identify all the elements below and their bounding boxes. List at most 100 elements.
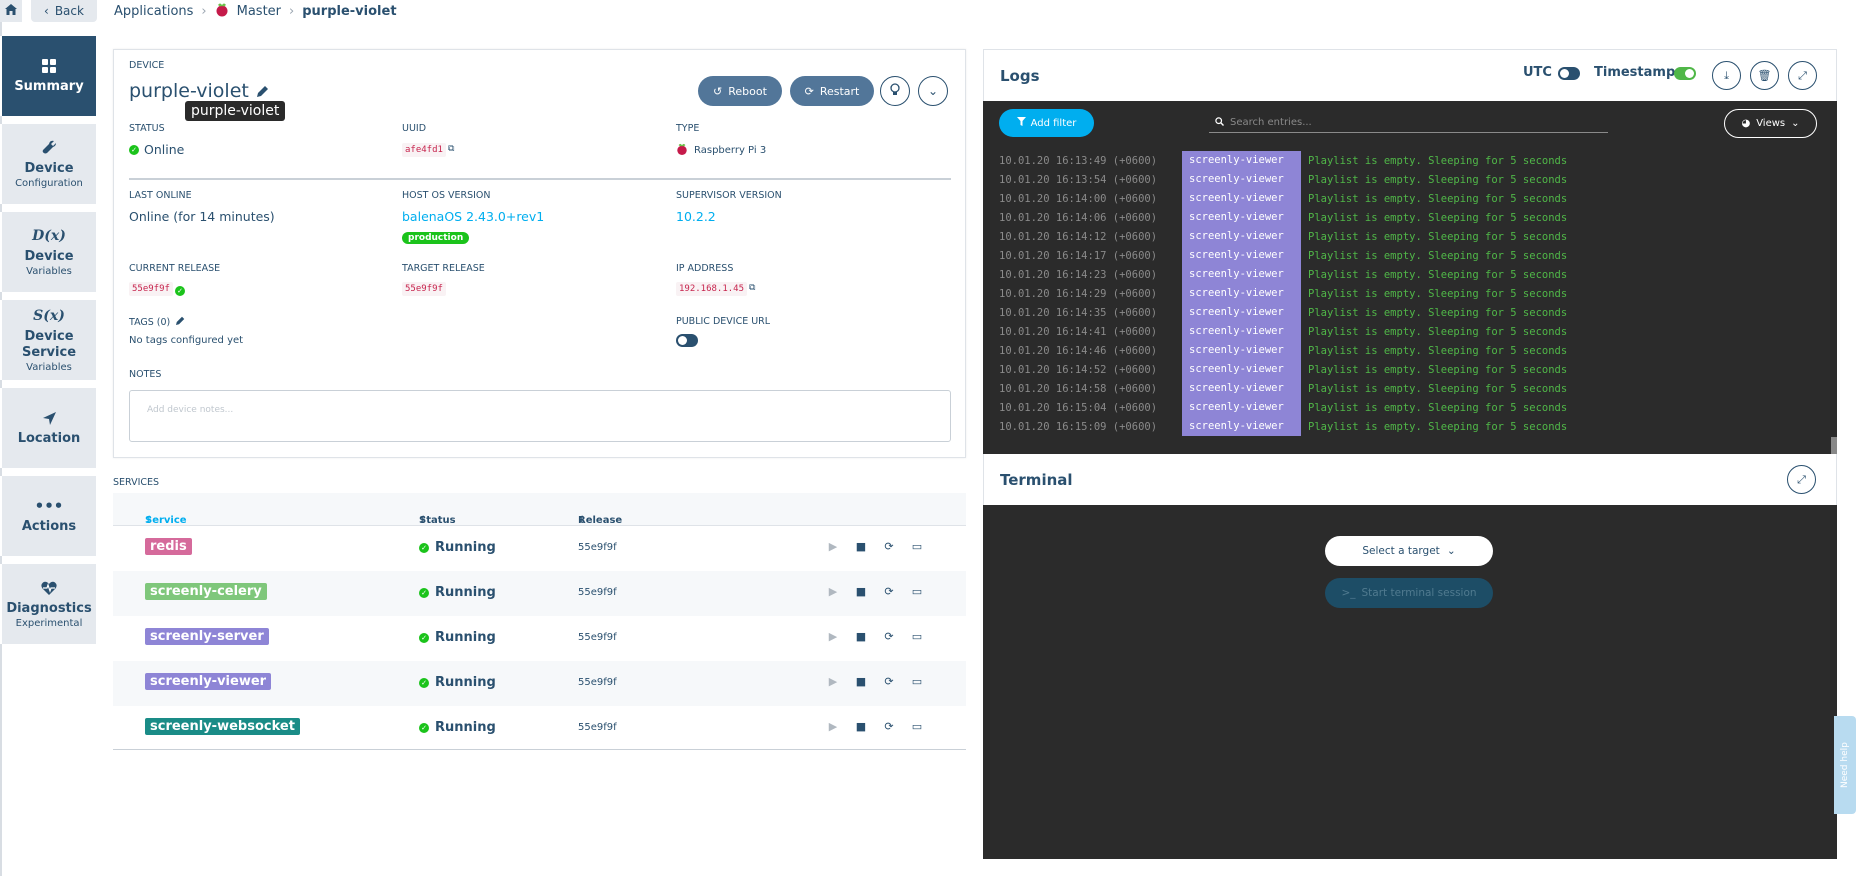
more-actions-button[interactable]: ⌄ xyxy=(918,76,948,106)
terminal-icon[interactable]: ▭ xyxy=(910,630,924,643)
play-icon[interactable]: ▶ xyxy=(826,675,840,688)
service-status-text: Running xyxy=(435,720,496,735)
service-actions: ▶ ■ ⟳ ▭ xyxy=(826,720,924,733)
log-service: screenly-viewer xyxy=(1182,265,1301,284)
services-label: SERVICES xyxy=(113,477,160,488)
sidebar-item-location[interactable]: Location xyxy=(0,388,96,468)
logs-header: Logs UTC Timestamps ⤓ 🗑 ⤢ xyxy=(983,49,1837,101)
expand-icon: ⤢ xyxy=(1798,68,1807,82)
download-logs-button[interactable]: ⤓ xyxy=(1712,61,1741,90)
terminal-prompt-icon: >_ xyxy=(1341,587,1356,599)
logs-panel: Add filter Search entries... ◕ Views ⌄ 1… xyxy=(983,101,1837,454)
sidebar-item-label: Device xyxy=(24,248,74,264)
search-input[interactable]: Search entries... xyxy=(1209,113,1608,133)
restart-icon[interactable]: ⟳ xyxy=(882,675,896,688)
search-icon xyxy=(1215,116,1224,129)
stop-icon[interactable]: ■ xyxy=(854,585,868,598)
log-line: 10.01.20 16:15:09 (+0600) screenly-viewer… xyxy=(999,417,1567,436)
play-icon[interactable]: ▶ xyxy=(826,585,840,598)
raspberry-icon xyxy=(215,2,229,21)
play-icon[interactable]: ▶ xyxy=(826,720,840,733)
terminal-header: Terminal ⤢ xyxy=(983,454,1837,505)
supervisor-value[interactable]: 10.2.2 xyxy=(676,209,716,224)
download-icon: ⤓ xyxy=(1724,68,1729,82)
stop-icon[interactable]: ■ xyxy=(854,675,868,688)
table-row: redis ✓ Running 55e9f9f ▶ ■ ⟳ ▭ xyxy=(113,526,966,571)
sidebar-item-device-configuration[interactable]: Device Configuration xyxy=(0,124,96,204)
terminal-icon[interactable]: ▭ xyxy=(910,540,924,553)
restart-icon[interactable]: ⟳ xyxy=(882,540,896,553)
stop-icon[interactable]: ■ xyxy=(854,540,868,553)
pencil-icon[interactable] xyxy=(256,80,269,102)
services-divider xyxy=(113,749,966,750)
pie-chart-icon: ◕ xyxy=(1741,118,1751,129)
log-message: Playlist is empty. Sleeping for 5 second… xyxy=(1308,401,1568,414)
timestamps-toggle[interactable] xyxy=(1674,67,1696,80)
type-value: Raspberry Pi 3 xyxy=(676,142,766,159)
notes-textarea[interactable]: Add device notes... xyxy=(129,390,951,442)
select-target-dropdown[interactable]: Select a target ⌄ xyxy=(1325,536,1493,566)
log-timestamp: 10.01.20 16:14:41 (+0600) xyxy=(999,325,1158,338)
service-release: 55e9f9f xyxy=(578,587,617,598)
utc-toggle[interactable] xyxy=(1558,67,1580,80)
log-message: Playlist is empty. Sleeping for 5 second… xyxy=(1308,325,1568,338)
back-button[interactable]: ‹ Back xyxy=(31,0,97,22)
device-section-label: DEVICE xyxy=(129,60,165,71)
pencil-icon[interactable] xyxy=(176,316,185,328)
chevron-down-icon: ⌄ xyxy=(927,84,939,98)
terminal-icon[interactable]: ▭ xyxy=(910,720,924,733)
reboot-button[interactable]: ↺ Reboot xyxy=(698,76,782,106)
restart-icon[interactable]: ⟳ xyxy=(882,630,896,643)
restart-icon[interactable]: ⟳ xyxy=(882,585,896,598)
select-target-label: Select a target xyxy=(1362,545,1440,557)
log-timestamp: 10.01.20 16:14:46 (+0600) xyxy=(999,344,1158,357)
log-line: 10.01.20 16:13:54 (+0600) screenly-viewer… xyxy=(999,170,1567,189)
sidebar-item-device-service-variables[interactable]: S(x) Device Service Variables xyxy=(0,300,96,380)
stop-icon[interactable]: ■ xyxy=(854,630,868,643)
log-service: screenly-viewer xyxy=(1182,246,1301,265)
log-line: 10.01.20 16:14:23 (+0600) screenly-viewer… xyxy=(999,265,1567,284)
log-service: screenly-viewer xyxy=(1182,151,1301,170)
target-release-value[interactable]: 55e9f9f xyxy=(402,282,446,296)
stop-icon[interactable]: ■ xyxy=(854,720,868,733)
restart-icon[interactable]: ⟳ xyxy=(882,720,896,733)
current-release-value[interactable]: 55e9f9f xyxy=(129,282,173,296)
expand-logs-button[interactable]: ⤢ xyxy=(1788,61,1817,90)
home-button[interactable] xyxy=(0,0,22,22)
sidebar-item-label: Device Service xyxy=(21,328,77,360)
clear-logs-button[interactable]: 🗑 xyxy=(1750,61,1779,90)
views-dropdown[interactable]: ◕ Views ⌄ xyxy=(1724,109,1817,138)
terminal-icon[interactable]: ▭ xyxy=(910,675,924,688)
play-icon[interactable]: ▶ xyxy=(826,630,840,643)
terminal-icon[interactable]: ▭ xyxy=(910,585,924,598)
need-help-button[interactable]: Need help xyxy=(1834,716,1856,814)
play-icon[interactable]: ▶ xyxy=(826,540,840,553)
add-filter-button[interactable]: Add filter xyxy=(999,109,1094,137)
sidebar-item-label: Device xyxy=(24,160,74,176)
sidebar-item-summary[interactable]: Summary xyxy=(0,36,96,116)
service-tag: screenly-viewer xyxy=(145,673,272,690)
copy-icon[interactable]: ⧉ xyxy=(448,144,454,154)
status-text: Online xyxy=(144,142,185,157)
breadcrumb-applications[interactable]: Applications xyxy=(114,4,193,19)
breadcrumb-master[interactable]: Master xyxy=(237,4,281,19)
trash-icon: 🗑 xyxy=(1757,69,1772,82)
sidebar-item-diagnostics[interactable]: Diagnostics Experimental xyxy=(0,564,96,644)
sort-icon: ⇕ xyxy=(145,515,154,526)
identify-button[interactable] xyxy=(880,76,910,106)
tags-label-row: TAGS (0) xyxy=(129,316,185,328)
start-terminal-button[interactable]: >_ Start terminal session xyxy=(1325,578,1493,608)
last-online-label: LAST ONLINE xyxy=(129,190,192,201)
sidebar-item-actions[interactable]: ••• Actions xyxy=(0,476,96,556)
sidebar-item-device-variables[interactable]: D(x) Device Variables xyxy=(0,212,96,292)
host-os-value[interactable]: balenaOS 2.43.0+rev1 xyxy=(402,209,544,224)
service-status-text: Running xyxy=(435,540,496,555)
public-url-toggle[interactable] xyxy=(676,334,698,347)
copy-icon[interactable]: ⧉ xyxy=(749,283,755,293)
expand-terminal-button[interactable]: ⤢ xyxy=(1787,465,1816,494)
service-release: 55e9f9f xyxy=(578,542,617,553)
undo-icon: ↺ xyxy=(713,84,723,98)
reboot-label: Reboot xyxy=(728,84,767,98)
logs-scrollbar[interactable] xyxy=(1831,437,1837,454)
restart-button[interactable]: ⟳ Restart xyxy=(790,76,874,106)
